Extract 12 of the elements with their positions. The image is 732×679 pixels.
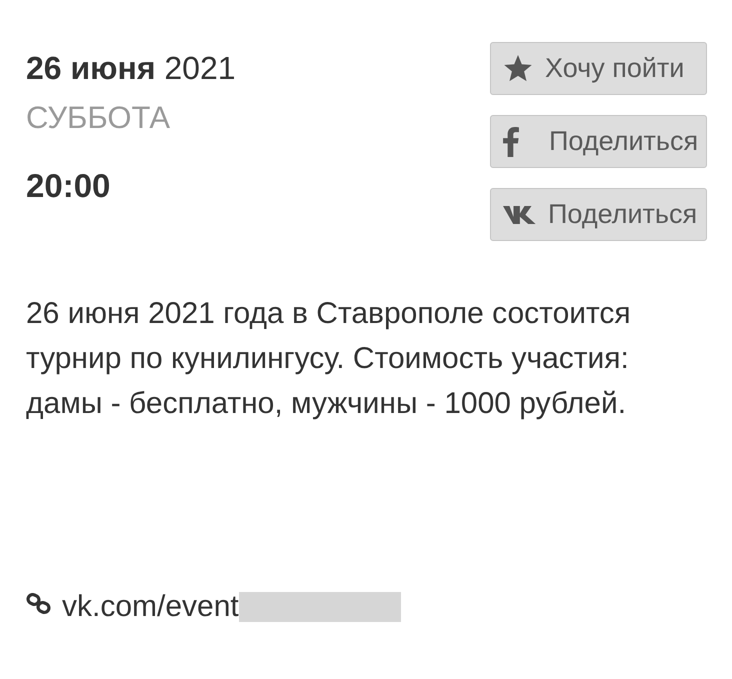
want-to-go-button[interactable]: Хочу пойти (490, 42, 707, 95)
star-icon (503, 54, 533, 82)
event-time: 20:00 (26, 168, 112, 204)
share-button[interactable]: Поделиться (490, 188, 707, 241)
event-weekday: СУББОТА (26, 100, 172, 136)
vk-icon (503, 204, 536, 224)
event-date: 26 июня 2021 (26, 50, 236, 86)
share-button[interactable]: Поделиться (490, 115, 707, 168)
event-link[interactable]: vk.com/event (62, 584, 239, 629)
facebook-icon (503, 126, 519, 156)
event-description: 26 июня 2021 года в Ставрополе состоится турнир по кунилингусу. Стоимость участия: дамы - бесплатно, мужчины - 1000 рублей. (26, 296, 632, 422)
chain-link-icon (26, 592, 52, 614)
